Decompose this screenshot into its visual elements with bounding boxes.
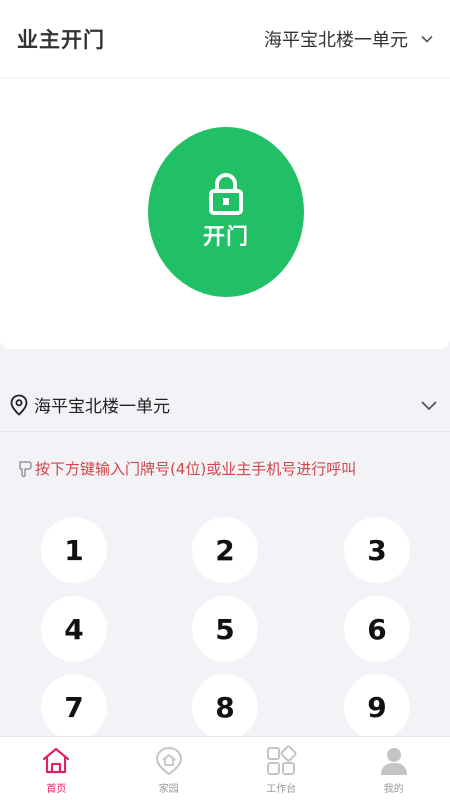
header: 业主开门 海平宝北楼一单元 bbox=[0, 0, 450, 78]
open-door-panel: 开门 bbox=[0, 78, 450, 349]
building-selector[interactable]: 海平宝北楼一单元 bbox=[264, 26, 434, 52]
key-5[interactable]: 5 bbox=[192, 596, 258, 662]
key-7[interactable]: 7 bbox=[41, 674, 107, 740]
location-pin-icon bbox=[10, 394, 28, 416]
tab-profile[interactable]: 我的 bbox=[338, 737, 450, 800]
key-8[interactable]: 8 bbox=[192, 674, 258, 740]
tab-profile-label: 我的 bbox=[383, 784, 404, 795]
lock-icon bbox=[209, 173, 243, 215]
dial-hint: 按下方键输入门牌号(4位)或业主手机号进行呼叫 bbox=[17, 458, 437, 479]
tab-home-label: 首页 bbox=[46, 784, 67, 795]
open-door-label: 开门 bbox=[202, 225, 249, 250]
building-selector-label: 海平宝北楼一单元 bbox=[264, 29, 408, 51]
tab-community-label: 家园 bbox=[158, 784, 179, 795]
profile-icon bbox=[380, 748, 407, 775]
key-6[interactable]: 6 bbox=[344, 596, 410, 662]
tab-home[interactable]: 首页 bbox=[0, 737, 113, 800]
page-title: 业主开门 bbox=[17, 27, 105, 52]
home-icon bbox=[43, 747, 70, 774]
tab-community[interactable]: 家园 bbox=[113, 737, 226, 800]
location-selector[interactable]: 海平宝北楼一单元 bbox=[0, 378, 450, 432]
community-icon bbox=[155, 746, 182, 776]
key-9[interactable]: 9 bbox=[344, 674, 410, 740]
key-2[interactable]: 2 bbox=[192, 517, 258, 583]
key-3[interactable]: 3 bbox=[344, 517, 410, 583]
bottom-tab-bar: 首页 家园 工作台 我的 bbox=[0, 736, 450, 800]
open-door-button[interactable]: 开门 bbox=[148, 127, 304, 297]
tab-workbench-label: 工作台 bbox=[266, 784, 297, 795]
tab-workbench[interactable]: 工作台 bbox=[225, 737, 338, 800]
chevron-down-icon bbox=[421, 400, 437, 410]
dial-hint-text: 按下方键输入门牌号(4位)或业主手机号进行呼叫 bbox=[35, 460, 357, 478]
key-1[interactable]: 1 bbox=[41, 517, 107, 583]
location-label: 海平宝北楼一单元 bbox=[34, 397, 170, 417]
chevron-down-icon bbox=[421, 35, 433, 43]
pointing-hand-icon bbox=[19, 460, 32, 477]
workbench-icon bbox=[267, 745, 297, 775]
key-4[interactable]: 4 bbox=[41, 596, 107, 662]
